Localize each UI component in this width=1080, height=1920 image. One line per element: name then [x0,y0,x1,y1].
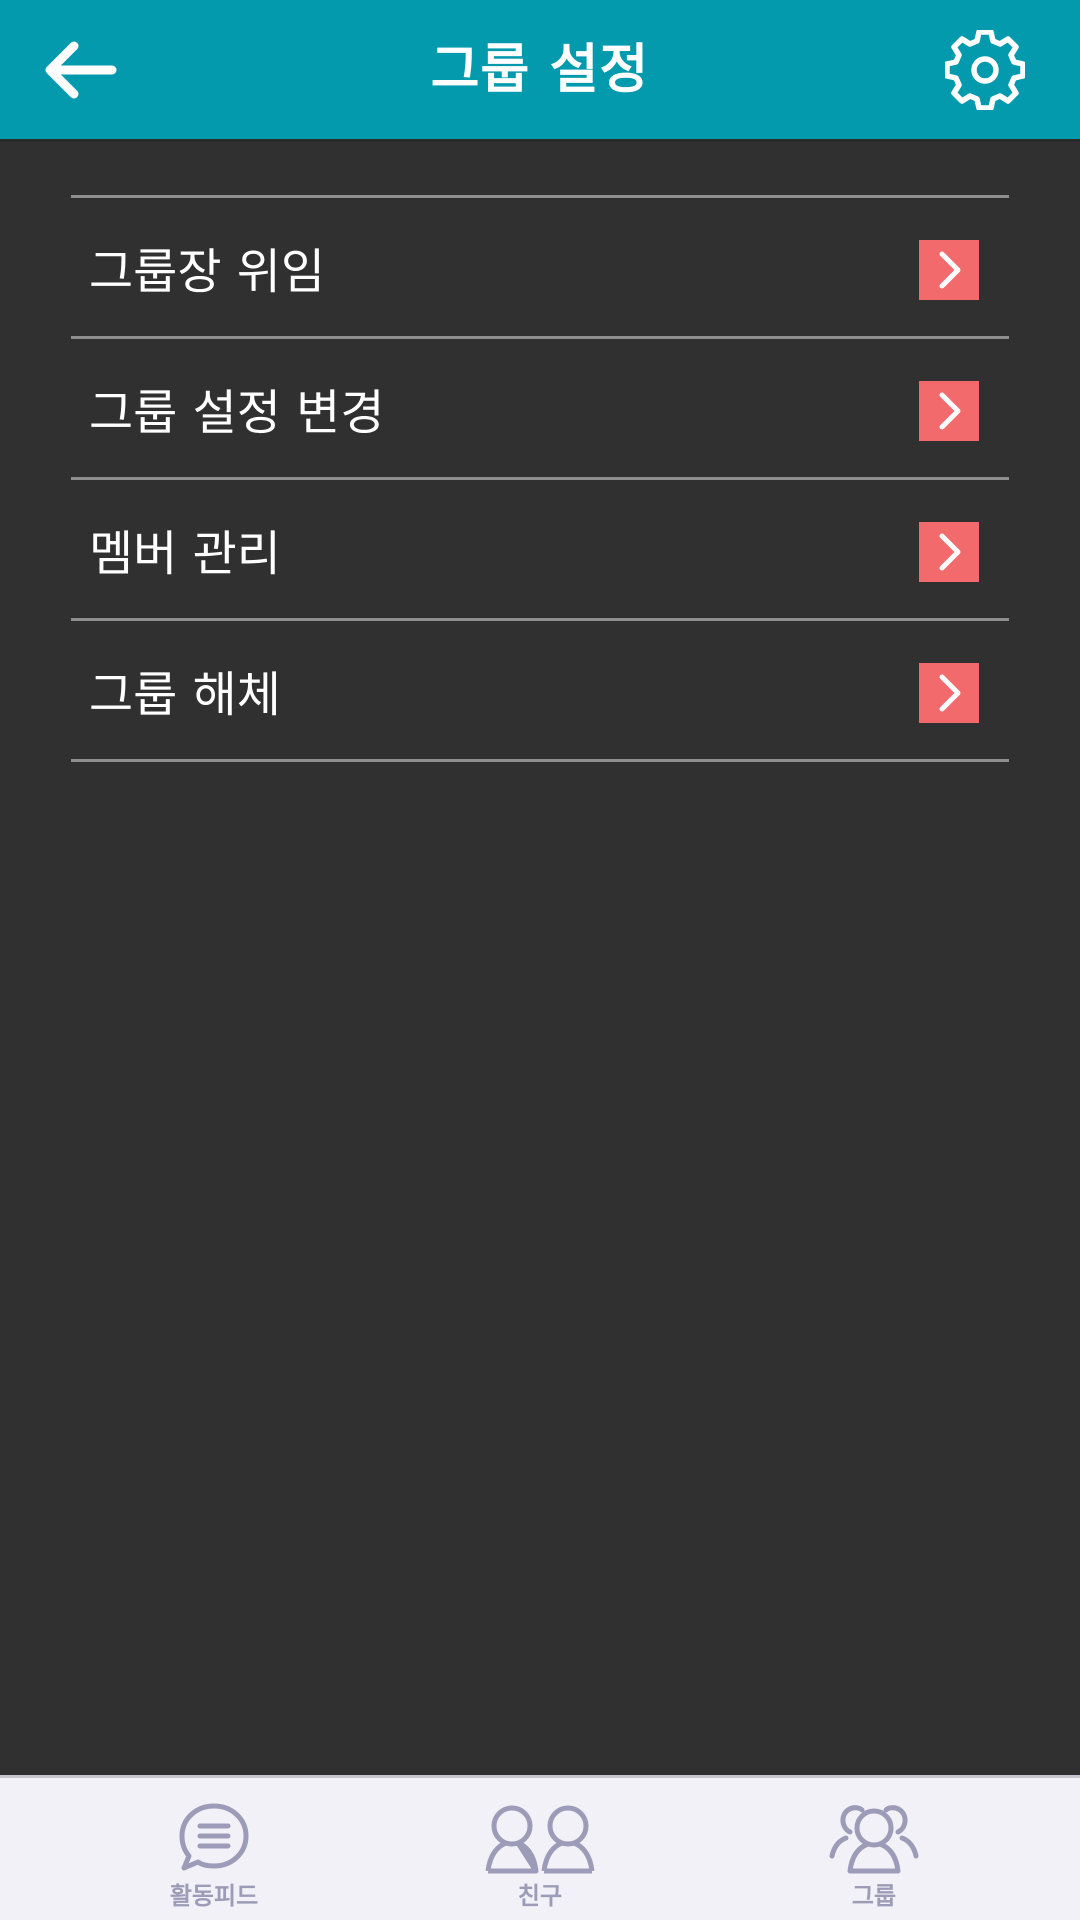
menu-item-change-settings[interactable]: 그룹 설정 변경 [71,339,1009,477]
settings-button[interactable] [935,22,1035,117]
page-title: 그룹 설정 [430,39,650,100]
menu-item-label: 그룹장 위임 [89,244,326,300]
menu-item-transfer-leader[interactable]: 그룹장 위임 [71,198,1009,336]
chevron-right-icon [939,251,961,289]
settings-menu: 그룹장 위임 그룹 설정 변경 멤버 관리 그룹 해체 [71,195,1009,762]
chevron-button[interactable] [919,663,979,723]
tab-label: 그룹 [851,1882,897,1910]
gear-icon [945,29,1025,110]
group-icon [829,1805,919,1874]
menu-item-label: 그룹 설정 변경 [89,385,385,441]
tab-friends[interactable]: 친구 [480,1776,600,1920]
menu-item-label: 그룹 해체 [89,667,281,723]
chevron-button[interactable] [919,381,979,441]
tab-label: 활동피드 [169,1882,259,1910]
tab-icon-wrap [484,1798,596,1874]
chevron-button[interactable] [919,240,979,300]
menu-item-manage-members[interactable]: 멤버 관리 [71,480,1009,618]
tab-icon-wrap [828,1798,920,1874]
chevron-button[interactable] [919,522,979,582]
tab-label: 친구 [517,1882,563,1910]
chevron-right-icon [939,674,961,712]
friends-icon [485,1805,595,1874]
chat-bubble-icon [179,1803,249,1871]
chevron-right-icon [939,392,961,430]
divider [71,759,1009,762]
tab-activity-feed[interactable]: 활동피드 [154,1776,274,1920]
menu-item-label: 멤버 관리 [89,526,281,582]
tab-group[interactable]: 그룹 [814,1776,934,1920]
menu-item-disband-group[interactable]: 그룹 해체 [71,621,1009,759]
chevron-right-icon [939,533,961,571]
tab-icon-wrap [178,1798,250,1874]
header-divider [0,139,1080,142]
